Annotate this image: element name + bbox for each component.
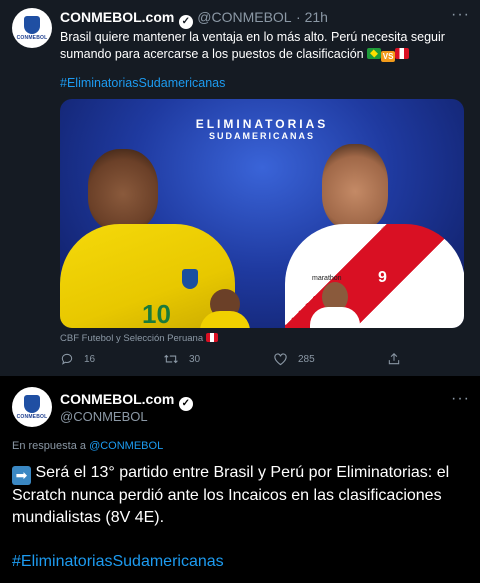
more-options-icon[interactable]: ··· xyxy=(451,390,470,408)
image-credit-text: CBF Futebol y Selección Peruana xyxy=(60,333,204,344)
peru-flag-icon xyxy=(395,48,410,59)
share-button[interactable] xyxy=(387,352,411,366)
reply-context: En respuesta a @CONMEBOL xyxy=(12,440,163,452)
conmebol-shield-icon xyxy=(24,15,40,34)
tweet-actions: 16 30 285 xyxy=(60,352,460,370)
avatar[interactable]: CONMEBOL xyxy=(12,387,52,427)
more-options-icon[interactable]: ··· xyxy=(451,6,470,24)
avatar-logo-text: CONMEBOL xyxy=(16,34,48,41)
avatar-logo-text: CONMEBOL xyxy=(16,413,48,420)
peru-player-figure xyxy=(322,144,388,230)
author-handle[interactable]: @CONMEBOL xyxy=(197,9,291,25)
tweet-text: Brasil quiere mantener la ventaja en lo … xyxy=(60,29,470,63)
tweet-header: CONMEBOL.com ✓ xyxy=(60,391,193,411)
image-title-line1: ELIMINATORIAS xyxy=(195,117,329,131)
tweet-card-1[interactable]: CONMEBOL CONMEBOL.com ✓ @CONMEBOL · 21h … xyxy=(0,0,480,376)
hashtag-link[interactable]: #EliminatoriasSudamericanas xyxy=(60,76,225,90)
tweet-time[interactable]: · 21h xyxy=(296,9,328,25)
peru-flag-icon xyxy=(205,333,218,342)
tweet-card-2[interactable]: CONMEBOL CONMEBOL.com ✓ @CONMEBOL ··· En… xyxy=(0,376,480,583)
image-title-line2: SUDAMERICANAS xyxy=(208,131,315,141)
hashtag-link[interactable]: #EliminatoriasSudamericanas xyxy=(12,553,224,571)
like-count: 285 xyxy=(298,353,315,365)
author-name[interactable]: CONMEBOL.com xyxy=(60,391,174,407)
brazil-flag-icon xyxy=(367,48,382,59)
retweet-count: 30 xyxy=(189,353,201,365)
brazil-shirt-number: 10 xyxy=(142,299,171,328)
reply-button[interactable]: 16 xyxy=(60,352,95,366)
brazil-player-figure xyxy=(88,149,158,231)
retweet-button[interactable]: 30 xyxy=(163,352,200,366)
peru-sponsor-text: marathon xyxy=(312,275,342,282)
right-arrow-icon: ➡ xyxy=(12,466,31,485)
reply-icon xyxy=(61,353,73,365)
retweet-icon xyxy=(164,354,178,364)
heart-icon xyxy=(274,353,287,366)
tweet-header: CONMEBOL.com ✓ @CONMEBOL · 21h xyxy=(60,9,328,29)
conmebol-shield-icon xyxy=(24,394,40,413)
tweet-body-text: Será el 13° partido entre Brasil y Perú … xyxy=(12,464,450,526)
reply-count: 16 xyxy=(84,353,96,365)
author-name[interactable]: CONMEBOL.com xyxy=(60,9,174,25)
reply-prefix: En respuesta a xyxy=(12,440,86,452)
author-handle[interactable]: @CONMEBOL xyxy=(60,409,148,424)
peru-shirt-number: 9 xyxy=(378,269,387,286)
tweet-image[interactable]: ELIMINATORIAS SUDAMERICANAS 10 marathon … xyxy=(60,99,464,328)
image-credit[interactable]: CBF Futebol y Selección Peruana xyxy=(60,333,218,344)
peru-small-player-jersey xyxy=(310,307,360,328)
like-button[interactable]: 285 xyxy=(273,352,315,366)
brazil-badge-icon xyxy=(182,269,198,289)
verified-badge-icon: ✓ xyxy=(178,397,193,411)
avatar[interactable]: CONMEBOL xyxy=(12,8,52,48)
verified-badge-icon: ✓ xyxy=(178,15,193,29)
vs-badge-icon: VS xyxy=(381,51,396,62)
tweet-text: ➡ Será el 13° partido entre Brasil y Per… xyxy=(12,462,472,529)
share-icon xyxy=(388,353,400,365)
reply-handle-link[interactable]: @CONMEBOL xyxy=(89,440,163,452)
